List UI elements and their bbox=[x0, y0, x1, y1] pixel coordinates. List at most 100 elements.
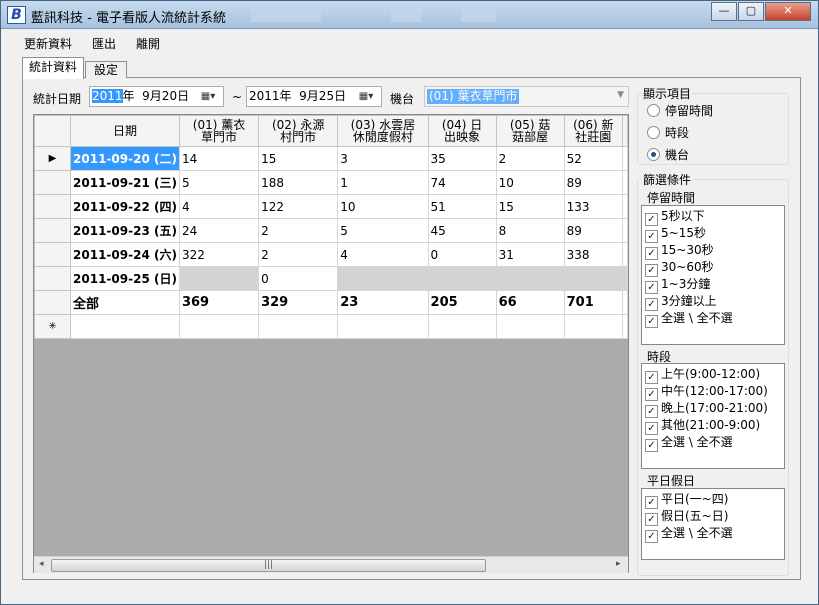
new-row-cell[interactable] bbox=[427, 314, 497, 339]
calendar-dropdown-icon[interactable]: ▦▾ bbox=[193, 89, 223, 104]
new-row-cell[interactable] bbox=[258, 314, 339, 339]
checkbox-checked-icon[interactable]: ✓ bbox=[645, 315, 658, 328]
new-row[interactable]: ✳ bbox=[34, 314, 628, 339]
value-cell[interactable]: 3 bbox=[337, 146, 429, 171]
horizontal-scrollbar[interactable]: ◂ ||| ▸ bbox=[34, 556, 628, 573]
chevron-down-icon[interactable]: ▼ bbox=[617, 90, 624, 100]
value-cell[interactable]: 8 bbox=[495, 218, 565, 243]
menu-exit[interactable]: 離開 bbox=[136, 35, 160, 52]
value-cell[interactable]: 338 bbox=[563, 242, 624, 267]
table-row[interactable]: 2011-09-21 (三) 5 188 1 74 10 89 bbox=[34, 170, 628, 195]
date-cell[interactable]: 2011-09-25 (日) bbox=[70, 266, 180, 291]
value-cell[interactable]: 133 bbox=[563, 194, 624, 219]
value-cell[interactable]: 188 bbox=[258, 170, 339, 195]
checklist-item[interactable]: ✓ 上午(9:00-12:00) bbox=[645, 367, 760, 384]
column-header-machine[interactable]: (03) 水雲居 休閒度假村 bbox=[337, 115, 429, 147]
checkbox-checked-icon[interactable]: ✓ bbox=[645, 439, 658, 452]
daytype-checklist[interactable]: ✓ 平日(一~四) ✓ 假日(五~日) ✓ 全選 \ 全不選 bbox=[641, 488, 785, 560]
new-row-cell[interactable] bbox=[70, 314, 180, 339]
value-cell[interactable]: 24 bbox=[178, 218, 260, 243]
scroll-thumb[interactable]: ||| bbox=[51, 559, 486, 572]
checkbox-checked-icon[interactable]: ✓ bbox=[645, 388, 658, 401]
table-row[interactable]: 2011-09-22 (四) 4 122 10 51 15 133 bbox=[34, 194, 628, 219]
checklist-item[interactable]: ✓ 3分鐘以上 bbox=[645, 294, 717, 311]
start-date-picker[interactable]: 2011年 9月20日 ▦▾ bbox=[89, 86, 224, 107]
table-row[interactable]: 2011-09-25 (日) 0 bbox=[34, 266, 628, 291]
value-cell[interactable]: 4 bbox=[178, 194, 260, 219]
value-cell[interactable]: 1 bbox=[337, 170, 429, 195]
value-cell[interactable]: 10 bbox=[495, 170, 565, 195]
checkbox-checked-icon[interactable]: ✓ bbox=[645, 230, 658, 243]
value-cell[interactable]: 89 bbox=[563, 218, 624, 243]
value-cell[interactable] bbox=[178, 266, 260, 291]
value-cell[interactable]: 5 bbox=[178, 170, 260, 195]
total-cell[interactable]: 66 bbox=[495, 290, 565, 315]
checkbox-checked-icon[interactable]: ✓ bbox=[645, 513, 658, 526]
value-cell[interactable]: 2 bbox=[495, 146, 565, 171]
checklist-item[interactable]: ✓ 全選 \ 全不選 bbox=[645, 311, 733, 328]
total-cell[interactable]: 701 bbox=[563, 290, 624, 315]
calendar-dropdown-icon[interactable]: ▦▾ bbox=[351, 89, 381, 104]
value-cell[interactable]: 15 bbox=[495, 194, 565, 219]
checklist-item[interactable]: ✓ 假日(五~日) bbox=[645, 509, 728, 526]
value-cell[interactable]: 322 bbox=[178, 242, 260, 267]
value-cell[interactable]: 2 bbox=[258, 242, 339, 267]
checkbox-checked-icon[interactable]: ✓ bbox=[645, 247, 658, 260]
checkbox-checked-icon[interactable]: ✓ bbox=[645, 371, 658, 384]
value-cell[interactable]: 15 bbox=[258, 146, 339, 171]
date-cell[interactable]: 2011-09-20 (二) bbox=[70, 146, 180, 171]
value-cell[interactable]: 35 bbox=[427, 146, 497, 171]
table-row[interactable]: 2011-09-24 (六) 322 2 4 0 31 338 bbox=[34, 242, 628, 267]
value-cell[interactable]: 52 bbox=[563, 146, 624, 171]
checklist-item[interactable]: ✓ 30~60秒 bbox=[645, 260, 714, 277]
row-header[interactable] bbox=[34, 290, 72, 315]
checklist-item[interactable]: ✓ 全選 \ 全不選 bbox=[645, 435, 733, 452]
row-header[interactable] bbox=[34, 170, 72, 195]
value-cell[interactable]: 0 bbox=[427, 242, 497, 267]
table-row[interactable]: 2011-09-23 (五) 24 2 5 45 8 89 bbox=[34, 218, 628, 243]
checklist-item[interactable]: ✓ 全選 \ 全不選 bbox=[645, 526, 733, 543]
checkbox-checked-icon[interactable]: ✓ bbox=[645, 281, 658, 294]
total-row[interactable]: 全部 369 329 23 205 66 701 bbox=[34, 290, 628, 315]
menu-refresh[interactable]: 更新資料 bbox=[24, 35, 72, 52]
column-header-machine[interactable]: (01) 薰衣 草門市 bbox=[178, 115, 260, 147]
value-cell[interactable]: 122 bbox=[258, 194, 339, 219]
scroll-right-icon[interactable]: ▸ bbox=[616, 559, 621, 569]
date-cell[interactable]: 2011-09-24 (六) bbox=[70, 242, 180, 267]
value-cell[interactable]: 14 bbox=[178, 146, 260, 171]
checklist-item[interactable]: ✓ 1~3分鐘 bbox=[645, 277, 710, 294]
row-header[interactable] bbox=[34, 266, 72, 291]
column-header-machine[interactable]: (02) 永源 村門市 bbox=[258, 115, 339, 147]
checklist-item[interactable]: ✓ 15~30秒 bbox=[645, 243, 714, 260]
checkbox-checked-icon[interactable]: ✓ bbox=[645, 405, 658, 418]
checkbox-checked-icon[interactable]: ✓ bbox=[645, 264, 658, 277]
value-cell[interactable]: 45 bbox=[427, 218, 497, 243]
menu-export[interactable]: 匯出 bbox=[92, 35, 116, 52]
value-cell[interactable]: 74 bbox=[427, 170, 497, 195]
value-cell[interactable]: 51 bbox=[427, 194, 497, 219]
tab-statistics[interactable]: 統計資料 bbox=[22, 57, 84, 79]
total-cell[interactable]: 329 bbox=[258, 290, 339, 315]
column-header-machine[interactable]: (05) 菇菇部屋 bbox=[495, 115, 565, 147]
dwell-checklist[interactable]: ✓ 5秒以下 ✓ 5~15秒 ✓ 15~30秒 ✓ 30~60秒 ✓ 1~3分鐘 ✓ 3分鐘以上 ✓ 全選… bbox=[641, 205, 785, 345]
radio-time-slot[interactable]: 時段 bbox=[647, 124, 689, 141]
checkbox-checked-icon[interactable]: ✓ bbox=[645, 213, 658, 226]
value-cell[interactable]: 31 bbox=[495, 242, 565, 267]
checklist-item[interactable]: ✓ 5~15秒 bbox=[645, 226, 706, 243]
row-header[interactable]: ▶ bbox=[34, 146, 72, 171]
checklist-item[interactable]: ✓ 中午(12:00-17:00) bbox=[645, 384, 768, 401]
period-checklist[interactable]: ✓ 上午(9:00-12:00) ✓ 中午(12:00-17:00) ✓ 晚上(17:00… bbox=[641, 363, 785, 469]
checklist-item[interactable]: ✓ 其他(21:00-9:00) bbox=[645, 418, 760, 435]
column-header-date[interactable]: 日期 bbox=[70, 115, 180, 147]
column-header-machine[interactable]: (06) 新社莊園 bbox=[563, 115, 624, 147]
value-cell[interactable] bbox=[495, 266, 565, 291]
new-row-icon[interactable]: ✳ bbox=[34, 314, 72, 339]
value-cell[interactable] bbox=[563, 266, 624, 291]
value-cell[interactable] bbox=[427, 266, 497, 291]
minimize-button[interactable]: — bbox=[711, 2, 737, 21]
checklist-item[interactable]: ✓ 平日(一~四) bbox=[645, 492, 728, 509]
row-header[interactable] bbox=[34, 218, 72, 243]
total-cell[interactable]: 23 bbox=[337, 290, 429, 315]
new-row-cell[interactable] bbox=[622, 314, 628, 339]
date-cell[interactable]: 2011-09-22 (四) bbox=[70, 194, 180, 219]
